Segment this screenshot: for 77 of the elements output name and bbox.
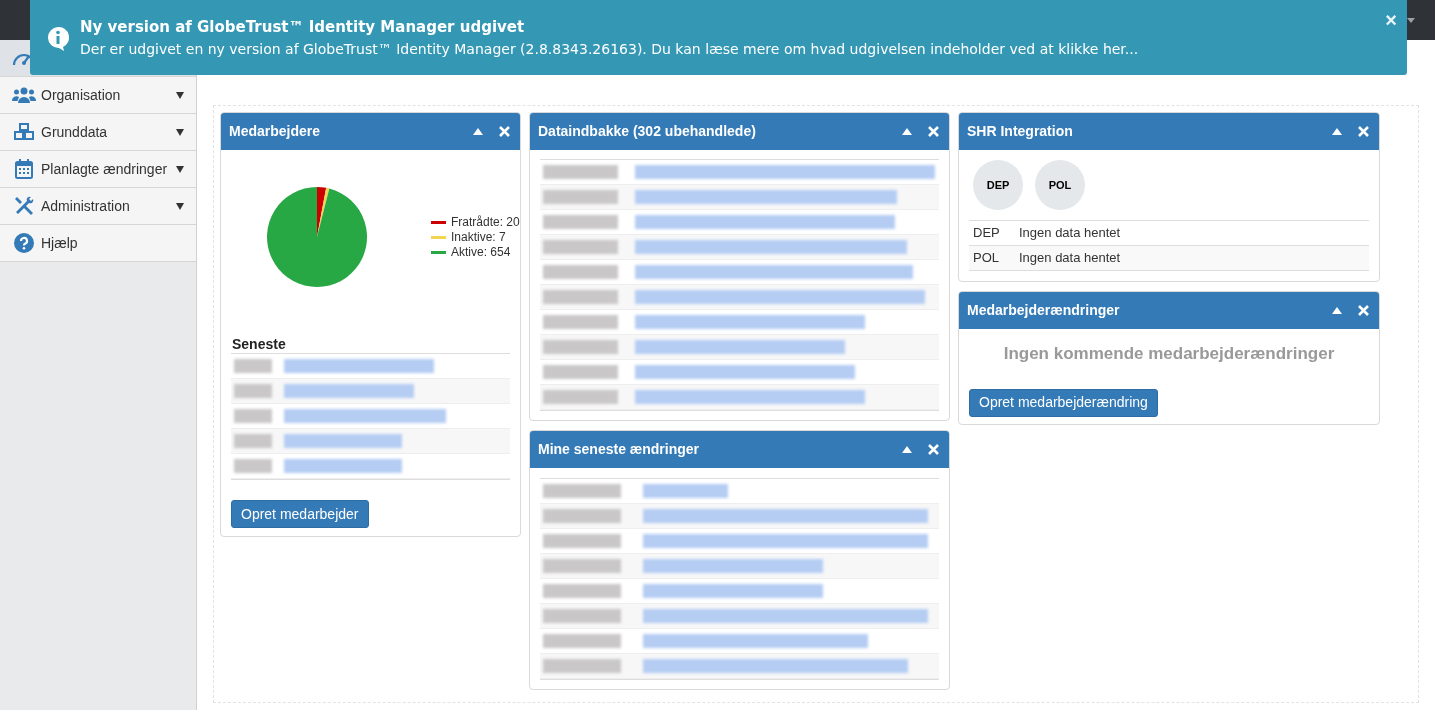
empty-message: Ingen kommende medarbejderændringer [1003,343,1335,365]
legend-label: Inaktive: 7 [451,229,506,246]
dropdown-caret-icon [176,91,184,99]
panel-title: Dataindbakke (302 ubehandlede) [538,122,757,141]
sidebar-label: Planlagte ændringer [41,159,169,179]
panel-title: SHR Integration [967,122,1074,141]
redacted-link[interactable] [284,384,414,398]
collapse-icon[interactable] [902,128,912,135]
sidebar-item[interactable]: Planlagte ændringer [0,151,196,188]
redacted-date [234,409,272,423]
create-employee-button[interactable]: Opret medarbejder [231,500,369,528]
redacted-link[interactable] [643,509,928,523]
dropdown-caret-icon [176,165,184,173]
sidebar-label: Hjælp [41,233,79,253]
close-icon[interactable] [928,126,939,137]
help-icon [14,233,34,253]
redacted-date [234,359,272,373]
redacted-link[interactable] [635,290,925,304]
redacted-date [234,434,272,448]
dropdown-caret-icon [176,202,184,210]
cubes-icon [14,123,34,141]
legend-label: Aktive: 654 [451,244,511,261]
redacted-link[interactable] [635,390,865,404]
redacted-link[interactable] [643,634,868,648]
collapse-icon[interactable] [902,446,912,453]
collapse-icon[interactable] [473,128,483,135]
panel-title: Mine seneste ændringer [538,440,701,459]
panel-title: Medarbejdere [229,122,322,141]
close-icon[interactable] [1358,126,1369,137]
redacted-link[interactable] [643,559,823,573]
redacted-link[interactable] [284,459,402,473]
table-cell-text: Ingen data hentet [1019,224,1121,243]
redacted-link[interactable] [635,165,935,179]
sidebar-item[interactable]: Grunddata [0,114,196,151]
table-cell-text: POL [972,249,1000,268]
redacted-link[interactable] [643,609,928,623]
redacted-link[interactable] [643,534,928,548]
redacted-link[interactable] [635,340,845,354]
redacted-link[interactable] [284,409,446,423]
dropdown-caret-icon [176,128,184,136]
sidebar-label: Grunddata [41,122,109,142]
sidebar-label: Organisation [41,85,122,105]
collapse-icon[interactable] [1332,128,1342,135]
sidebar-item[interactable]: Organisation [0,77,196,114]
sidebar-item[interactable]: Hjælp [0,225,196,262]
sidebar-label: Administration [41,196,131,216]
table-cell-text: Ingen data hentet [1019,249,1121,268]
redacted-link[interactable] [635,365,855,379]
tools-icon [14,196,34,216]
sidebar-item[interactable]: Administration [0,188,196,225]
notification-title: Ny version af GlobeTrust™ Identity Manager udgivet [80,17,525,37]
redacted-date [234,459,272,473]
people-icon [12,87,36,103]
panel-title: Medarbejderændringer [967,301,1121,320]
redacted-link[interactable] [284,359,434,373]
redacted-link[interactable] [635,265,913,279]
redacted-link[interactable] [635,315,865,329]
info-icon [47,27,69,51]
status-badge: POL [1035,160,1085,210]
redacted-link[interactable] [643,659,908,673]
redacted-link[interactable] [635,190,897,204]
create-change-button[interactable]: Opret medarbejderændring [969,388,1158,417]
redacted-link[interactable] [643,484,728,498]
close-icon[interactable] [1358,305,1369,316]
table-cell-text: DEP [972,224,1001,243]
close-icon[interactable] [928,444,939,455]
close-icon[interactable] [499,126,510,137]
collapse-icon[interactable] [1332,307,1342,314]
redacted-link[interactable] [643,584,823,598]
redacted-link[interactable] [635,215,895,229]
redacted-link[interactable] [635,240,907,254]
redacted-date [234,384,272,398]
redacted-link[interactable] [284,434,402,448]
status-badge: DEP [973,160,1023,210]
caret-icon[interactable] [1407,17,1415,23]
calendar-icon [15,159,33,179]
legend-label: Fratrådte: 20 [451,214,520,231]
